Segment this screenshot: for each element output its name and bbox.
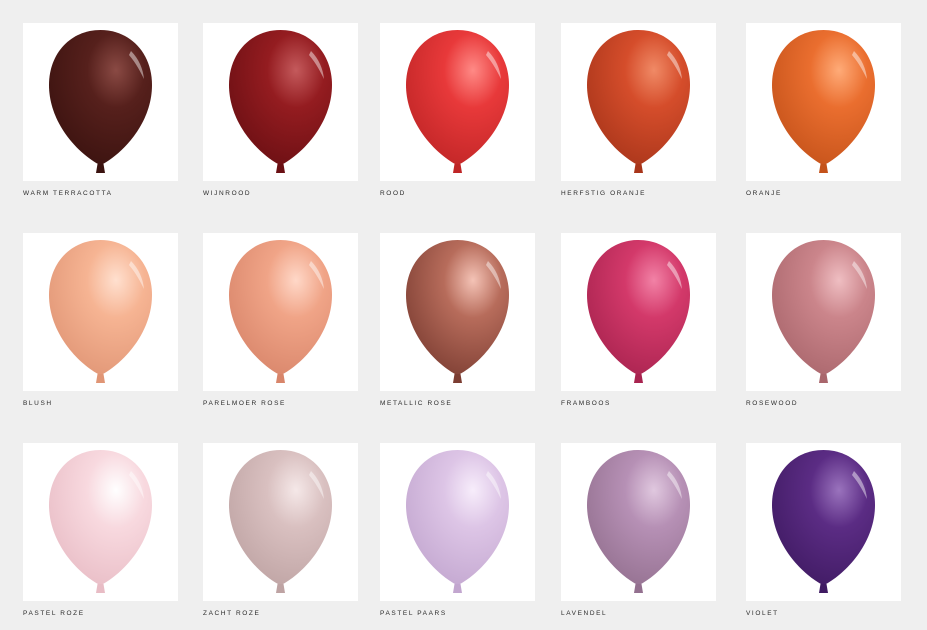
balloon-image [772, 450, 875, 593]
balloon-color-grid: WARM TERRACOTTA WIJNROOD ROOD HERFSTIG ORAN… [0, 0, 927, 630]
color-swatch-item[interactable]: METALLIC ROSE [380, 233, 536, 407]
balloon-image-card[interactable] [561, 233, 716, 391]
color-swatch-item[interactable]: VIOLET [746, 443, 902, 617]
balloon-image-card[interactable] [561, 23, 716, 181]
balloon-image [772, 240, 875, 383]
balloon-image-card[interactable] [380, 233, 535, 391]
balloon-image-card[interactable] [203, 443, 358, 601]
color-name-label[interactable]: LAVENDEL [561, 610, 717, 617]
balloon-image-card[interactable] [746, 443, 901, 601]
color-swatch-item[interactable]: PASTEL PAARS [380, 443, 536, 617]
balloon-image-card[interactable] [203, 233, 358, 391]
color-swatch-item[interactable]: ROOD [380, 23, 536, 197]
balloon-image-card[interactable] [746, 233, 901, 391]
balloon-image-card[interactable] [561, 443, 716, 601]
color-name-label[interactable]: ZACHT ROZE [203, 610, 359, 617]
balloon-image-card[interactable] [23, 23, 178, 181]
color-name-label[interactable]: ORANJE [746, 190, 902, 197]
color-swatch-item[interactable]: PARELMOER ROSE [203, 233, 359, 407]
balloon-image [406, 450, 509, 593]
color-name-label[interactable]: ROOD [380, 190, 536, 197]
balloon-image-card[interactable] [380, 443, 535, 601]
color-swatch-item[interactable]: FRAMBOOS [561, 233, 717, 407]
color-name-label[interactable]: ROSEWOOD [746, 400, 902, 407]
balloon-image [587, 30, 690, 173]
balloon-image-card[interactable] [23, 443, 178, 601]
color-swatch-item[interactable]: ROSEWOOD [746, 233, 902, 407]
balloon-image-card[interactable] [380, 23, 535, 181]
balloon-image-card[interactable] [203, 23, 358, 181]
balloon-image [49, 450, 152, 593]
color-swatch-item[interactable]: WARM TERRACOTTA [23, 23, 179, 197]
color-name-label[interactable]: METALLIC ROSE [380, 400, 536, 407]
balloon-image [229, 450, 332, 593]
balloon-image [587, 240, 690, 383]
balloon-image [49, 30, 152, 173]
balloon-image [406, 240, 509, 383]
color-name-label[interactable]: WIJNROOD [203, 190, 359, 197]
balloon-image [229, 30, 332, 173]
color-swatch-item[interactable]: LAVENDEL [561, 443, 717, 617]
color-name-label[interactable]: BLUSH [23, 400, 179, 407]
balloon-image [49, 240, 152, 383]
balloon-image [229, 240, 332, 383]
balloon-image-card[interactable] [746, 23, 901, 181]
color-name-label[interactable]: FRAMBOOS [561, 400, 717, 407]
balloon-image-card[interactable] [23, 233, 178, 391]
color-name-label[interactable]: HERFSTIG ORANJE [561, 190, 717, 197]
color-name-label[interactable]: PARELMOER ROSE [203, 400, 359, 407]
color-name-label[interactable]: WARM TERRACOTTA [23, 190, 179, 197]
color-swatch-item[interactable]: HERFSTIG ORANJE [561, 23, 717, 197]
color-name-label[interactable]: PASTEL ROZE [23, 610, 179, 617]
color-swatch-item[interactable]: BLUSH [23, 233, 179, 407]
balloon-image [772, 30, 875, 173]
color-swatch-item[interactable]: ORANJE [746, 23, 902, 197]
balloon-image [587, 450, 690, 593]
balloon-image [406, 30, 509, 173]
color-swatch-item[interactable]: PASTEL ROZE [23, 443, 179, 617]
color-swatch-item[interactable]: ZACHT ROZE [203, 443, 359, 617]
color-name-label[interactable]: VIOLET [746, 610, 902, 617]
color-name-label[interactable]: PASTEL PAARS [380, 610, 536, 617]
color-swatch-item[interactable]: WIJNROOD [203, 23, 359, 197]
